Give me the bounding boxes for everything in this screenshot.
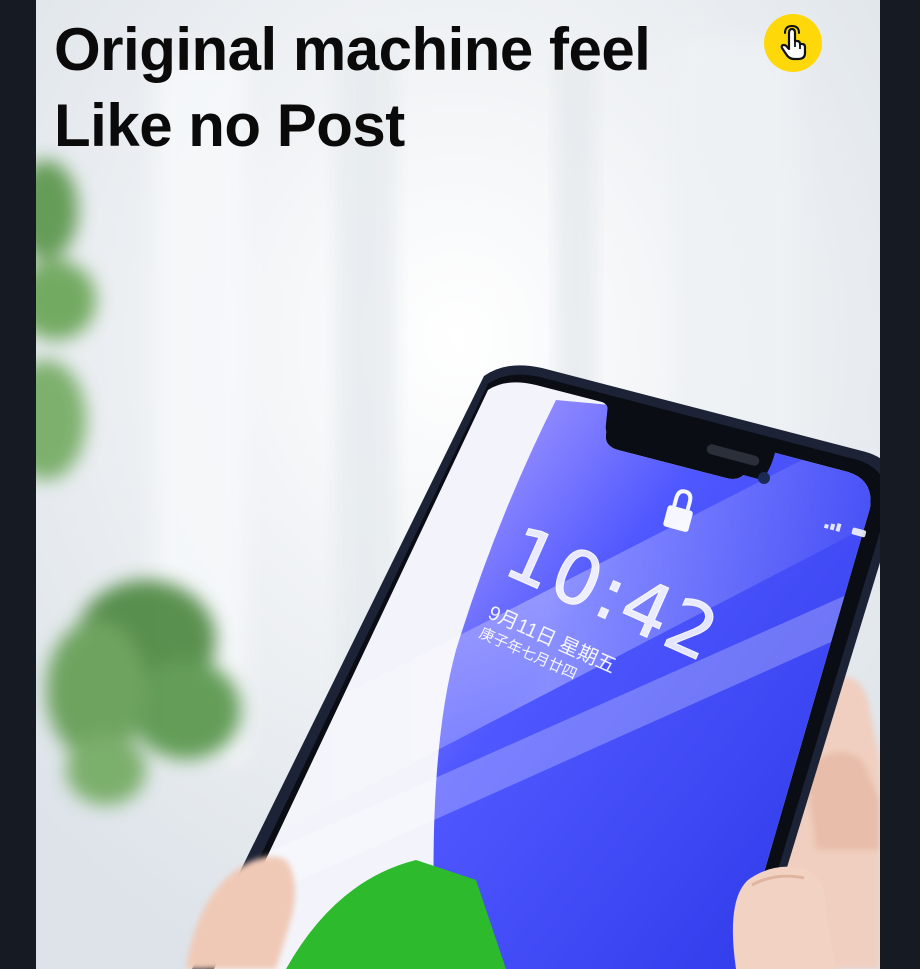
headline-line-2: Like no Post xyxy=(54,92,405,159)
tap-hand-icon xyxy=(764,14,822,72)
left-border xyxy=(0,0,36,969)
tap-hand-glyph xyxy=(780,24,807,61)
headline: Original machine feel Like no Post xyxy=(54,12,651,164)
right-border xyxy=(880,0,920,969)
product-banner: 10:42 9月11日 星期五 庚子年七月廿四 Original machine… xyxy=(0,0,920,969)
headline-line-1: Original machine feel xyxy=(54,16,651,83)
product-photo: 10:42 9月11日 星期五 庚子年七月廿四 Original machine… xyxy=(36,0,880,969)
